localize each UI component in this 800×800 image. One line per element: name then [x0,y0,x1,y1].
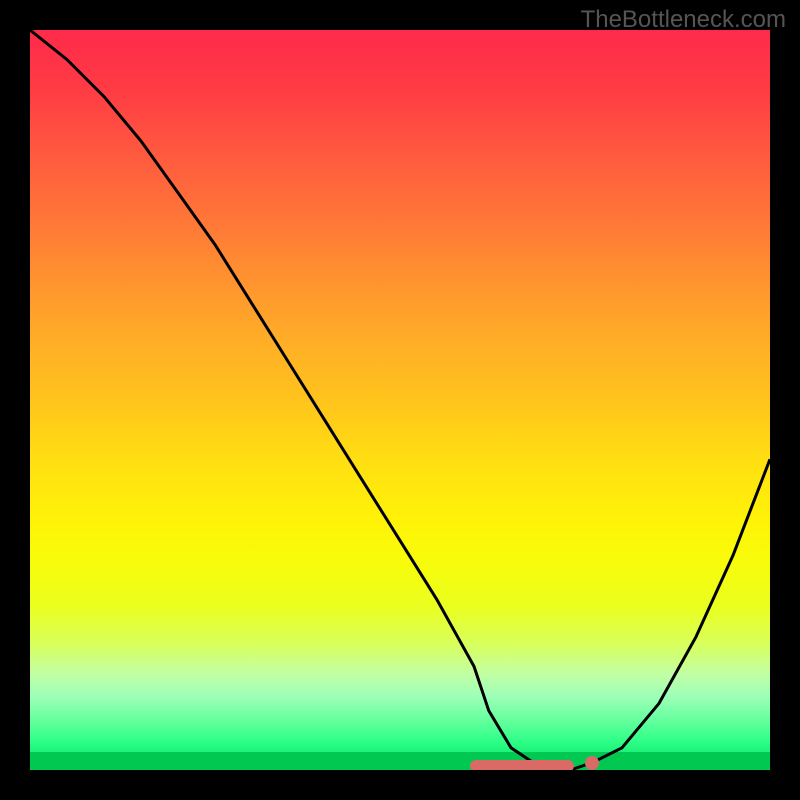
plot-area [30,30,770,770]
highlight-dot [585,756,599,770]
bottleneck-curve [30,30,770,770]
watermark-text: TheBottleneck.com [581,6,786,34]
curve-svg [30,30,770,770]
highlight-range-bar [470,760,574,770]
chart-container: TheBottleneck.com [0,0,800,800]
